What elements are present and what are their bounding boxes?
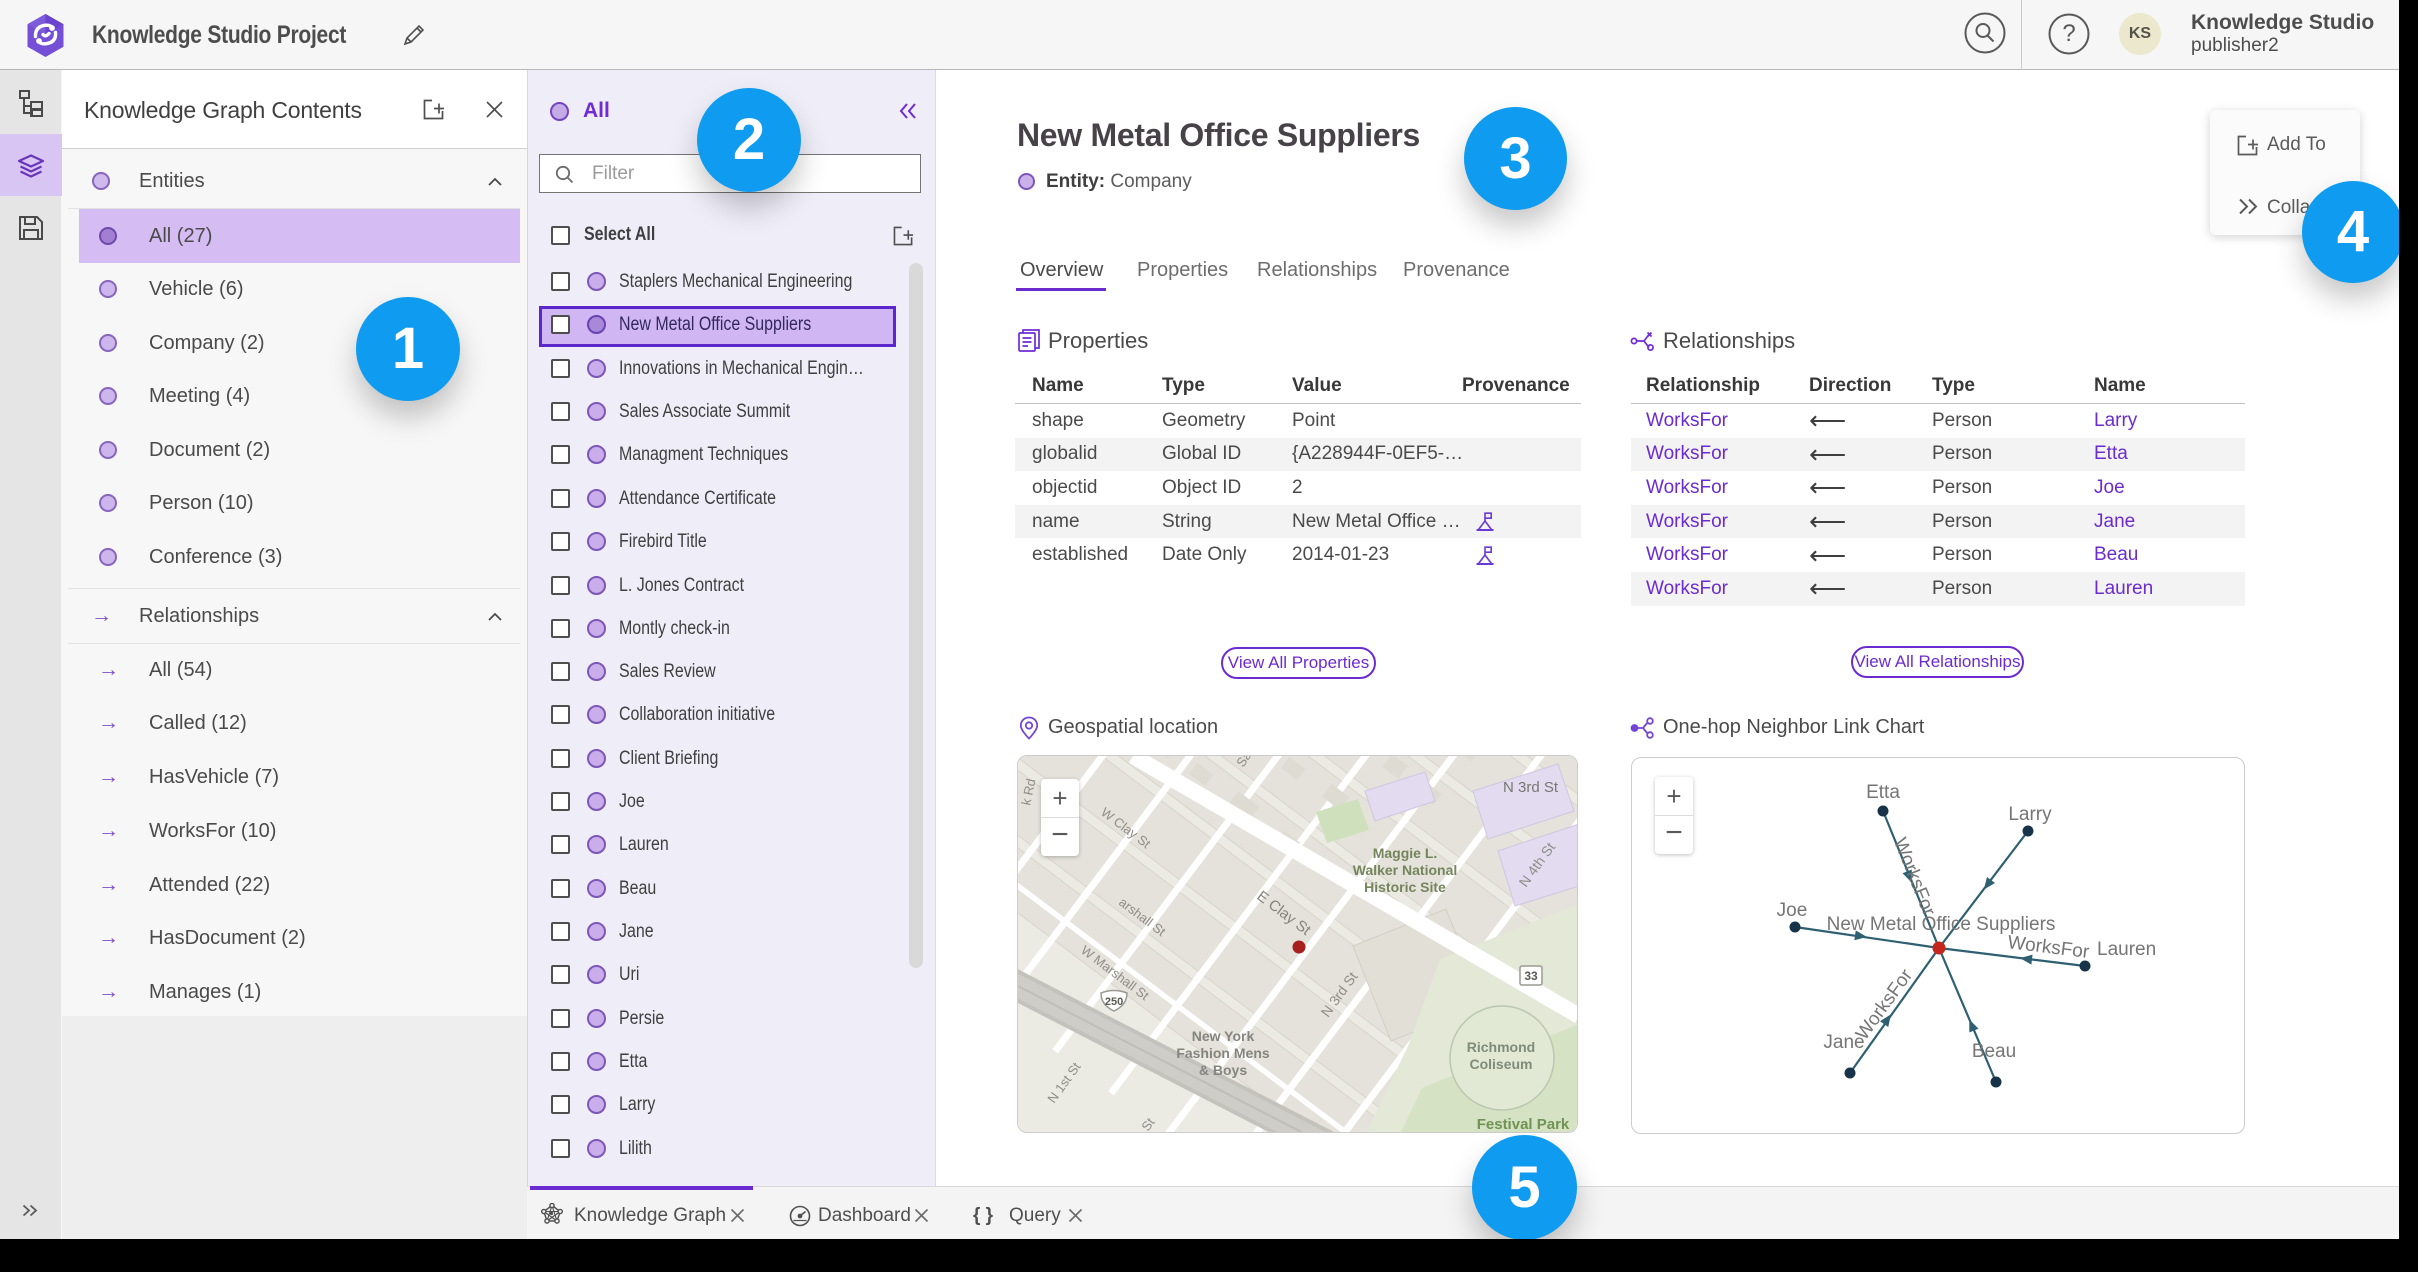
svg-text:Larry: Larry bbox=[2008, 804, 2052, 825]
svg-text:N 3rd St: N 3rd St bbox=[1503, 779, 1559, 796]
svg-text:New Metal Office Suppliers: New Metal Office Suppliers bbox=[1827, 914, 2056, 935]
svg-text:Maggie L.: Maggie L. bbox=[1373, 845, 1438, 861]
svg-text:250: 250 bbox=[1105, 996, 1123, 1008]
svg-text:Walker National: Walker National bbox=[1353, 862, 1458, 878]
svg-text:Lauren: Lauren bbox=[2097, 939, 2156, 960]
svg-text:33: 33 bbox=[1524, 969, 1538, 983]
svg-text:Etta: Etta bbox=[1866, 782, 1900, 803]
svg-text:Coliseum: Coliseum bbox=[1469, 1056, 1532, 1072]
svg-text:WorksFor: WorksFor bbox=[1889, 835, 1939, 920]
svg-text:Festival Park: Festival Park bbox=[1477, 1116, 1570, 1133]
svg-text:Historic Site: Historic Site bbox=[1364, 879, 1446, 895]
svg-text:Jane: Jane bbox=[1823, 1032, 1864, 1053]
svg-text:Fashion Mens: Fashion Mens bbox=[1176, 1045, 1270, 1061]
svg-text:Richmond: Richmond bbox=[1467, 1039, 1535, 1055]
svg-text:Joe: Joe bbox=[1777, 900, 1808, 921]
svg-text:Beau: Beau bbox=[1972, 1041, 2016, 1062]
svg-text:New York: New York bbox=[1192, 1028, 1255, 1044]
svg-text:& Boys: & Boys bbox=[1199, 1062, 1247, 1078]
